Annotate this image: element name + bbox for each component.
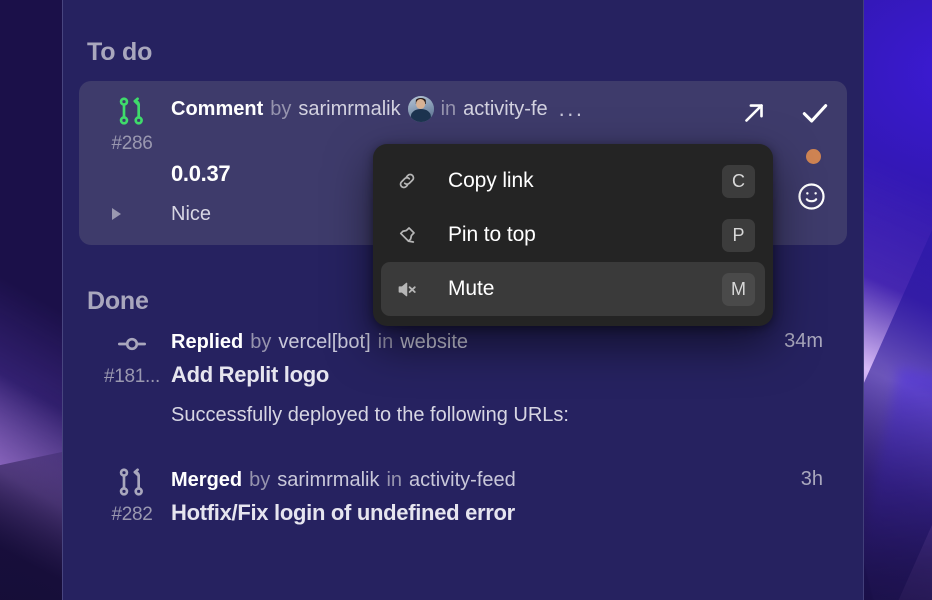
row-meta-line: Replied by vercel[bot] in website	[171, 328, 784, 356]
context-menu: Copy link C Pin to top P Mute M	[373, 144, 773, 326]
card-meta-line: Comment by sarimrmalik in activity-fe ..…	[171, 95, 833, 123]
row-gutter: #181...	[93, 328, 171, 388]
by-label: by	[250, 331, 272, 353]
expand-triangle-icon[interactable]	[112, 208, 121, 220]
activity-body-text: Successfully deployed to the following U…	[171, 404, 569, 426]
by-label: by	[249, 469, 271, 491]
git-pull-request-icon	[119, 468, 143, 496]
arrow-up-right-icon[interactable]	[739, 98, 769, 128]
activity-body-text: Nice	[171, 203, 212, 225]
issue-number: #282	[111, 504, 153, 525]
activity-action: Comment	[171, 98, 264, 120]
repository-name: website	[400, 331, 469, 353]
issue-number: #181...	[103, 366, 160, 387]
more-options-button[interactable]: ...	[555, 98, 589, 120]
repository-name: activity-feed	[409, 469, 516, 491]
repository-name: activity-fe	[463, 98, 548, 120]
avatar	[407, 96, 434, 122]
in-label: in	[386, 469, 403, 491]
menu-item-label: Copy link	[448, 169, 534, 192]
activity-feed-window: To do #286 Comment by sarimrmalik in act…	[62, 0, 864, 600]
by-label: by	[270, 98, 292, 120]
done-activity-row[interactable]: #181... Replied by vercel[bot] in websit…	[79, 316, 847, 428]
activity-title: Add Replit logo	[171, 362, 330, 387]
shortcut-key-badge: P	[722, 218, 755, 252]
activity-author: sarimrmalik	[298, 98, 401, 120]
smiley-icon[interactable]	[796, 181, 827, 212]
issue-number: #286	[111, 133, 153, 154]
unread-status-dot	[805, 149, 821, 164]
shortcut-key-badge: M	[722, 272, 755, 306]
timestamp: 34m	[784, 330, 823, 352]
done-activity-row[interactable]: #282 Merged by sarimrmalik in activity-f…	[79, 454, 847, 528]
mute-icon	[393, 275, 421, 303]
activity-author: sarimrmalik	[277, 469, 380, 491]
desktop-wallpaper: To do #286 Comment by sarimrmalik in act…	[0, 0, 932, 600]
menu-item-label: Pin to top	[448, 223, 536, 246]
menu-item-mute[interactable]: Mute M	[381, 262, 765, 316]
menu-item-pin-to-top[interactable]: Pin to top P	[381, 208, 765, 262]
card-gutter: #286	[93, 95, 171, 155]
section-header-todo: To do	[87, 38, 153, 66]
activity-action: Replied	[171, 331, 244, 353]
git-pull-request-icon	[119, 97, 143, 125]
activity-action: Merged	[171, 469, 243, 491]
timestamp: 3h	[800, 468, 823, 490]
row-gutter: #282	[93, 466, 171, 526]
row-meta-line: Merged by sarimrmalik in activity-feed	[171, 466, 801, 494]
in-label: in	[440, 98, 457, 120]
menu-item-copy-link[interactable]: Copy link C	[381, 154, 765, 208]
menu-item-label: Mute	[448, 277, 495, 300]
activity-author: vercel[bot]	[278, 331, 371, 353]
git-commit-icon	[118, 337, 146, 351]
in-label: in	[377, 331, 394, 353]
activity-title: Hotfix/Fix login of undefined error	[171, 500, 515, 525]
link-icon	[393, 167, 421, 195]
pin-icon	[393, 221, 421, 249]
shortcut-key-badge: C	[722, 164, 755, 198]
check-icon[interactable]	[799, 97, 831, 129]
